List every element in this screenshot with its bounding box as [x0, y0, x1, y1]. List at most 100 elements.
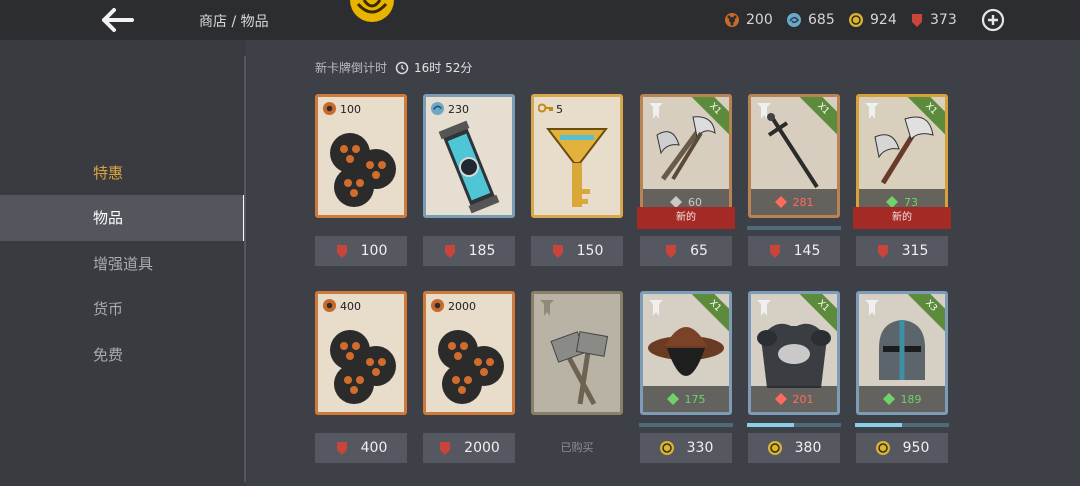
shop-card-double-axe[interactable]: X1 60: [640, 94, 732, 218]
item-level: 201: [751, 386, 837, 412]
level-value: 201: [792, 392, 814, 406]
orange-tokens-art-icon: [330, 133, 396, 207]
back-arrow-icon[interactable]: [98, 4, 138, 36]
price-value: 150: [576, 243, 604, 259]
price-button[interactable]: 150: [531, 236, 623, 266]
new-badge: 新的: [637, 207, 735, 229]
red-gem-icon: [912, 14, 922, 27]
level-shard-icon: [774, 196, 787, 208]
card-quantity: 100: [340, 103, 361, 116]
price-button[interactable]: 380: [748, 433, 840, 463]
card-quantity: 400: [340, 300, 361, 313]
orange-token-icon: [322, 298, 337, 313]
red-gem-icon: [444, 245, 455, 258]
purchased-label: 已购买: [560, 441, 594, 454]
clock-icon: [395, 61, 409, 74]
price-button[interactable]: 315: [856, 236, 948, 266]
shop-card-gold-axe[interactable]: X1 73: [856, 94, 948, 218]
timer-label: 新卡牌倒计时: [315, 61, 388, 75]
card-quantity: 2000: [448, 300, 476, 313]
shop-card-gold-key[interactable]: 5: [531, 94, 623, 218]
blue-orb-icon: [430, 101, 445, 116]
add-currency-icon[interactable]: [981, 8, 1005, 32]
price-value: 2000: [464, 440, 500, 456]
shop-card-hood[interactable]: X1 175: [640, 291, 732, 415]
orange-tokens-art-icon: [438, 330, 504, 404]
gold-coin-icon: [767, 441, 782, 455]
upgrade-progress-bar: [747, 226, 841, 230]
price-button[interactable]: 400: [315, 433, 407, 463]
progress-fill: [747, 423, 794, 427]
price-value: 380: [794, 440, 822, 456]
orange-token-icon: [430, 298, 445, 313]
armor-art-icon: [757, 323, 831, 388]
red-gem-icon: [336, 442, 347, 455]
level-shard-icon: [774, 393, 787, 405]
shop-card-helmet[interactable]: X3 189: [856, 291, 948, 415]
currency-red: 373: [910, 12, 957, 28]
price-value: 100: [360, 243, 388, 259]
price-button[interactable]: 330: [640, 433, 732, 463]
hammer-art-icon: [550, 331, 609, 406]
price-button[interactable]: 65: [640, 236, 732, 266]
price-value: 315: [901, 243, 929, 259]
orange-tokens-art-icon: [330, 330, 396, 404]
red-gem-icon: [666, 245, 677, 258]
helmet-art-icon: [879, 320, 925, 380]
price-value: 950: [902, 440, 930, 456]
shop-card-longsword[interactable]: X1 281: [748, 94, 840, 218]
currency-value: 200: [746, 12, 773, 28]
price-value: 400: [360, 440, 388, 456]
sidebar-item-currency[interactable]: 货币: [0, 286, 246, 332]
price-button[interactable]: 185: [423, 236, 515, 266]
level-shard-icon: [882, 393, 895, 405]
currency-value: 685: [808, 12, 835, 28]
price-button[interactable]: 2000: [423, 433, 515, 463]
shop-card-blue-capsule[interactable]: 230: [423, 94, 515, 218]
sidebar-item-deals[interactable]: 特惠: [0, 150, 246, 196]
shop-card-orange-tokens[interactable]: 400: [315, 291, 407, 415]
level-value: 175: [684, 392, 706, 406]
shop-card-armor[interactable]: X1 201: [748, 291, 840, 415]
gold-coin-icon: [659, 441, 674, 455]
breadcrumb: 商店 / 物品: [199, 14, 269, 30]
card-quantity: 230: [448, 103, 469, 116]
sidebar-item-free[interactable]: 免费: [0, 332, 246, 378]
progress-fill: [855, 423, 902, 427]
card-quantity: 5: [556, 103, 563, 116]
red-gem-icon: [877, 245, 888, 258]
key-art-icon: [545, 128, 609, 207]
sidebar-item-boosters[interactable]: 增强道具: [0, 241, 246, 287]
price-value: 330: [686, 440, 714, 456]
price-button[interactable]: 950: [856, 433, 948, 463]
price-value: 145: [793, 243, 821, 259]
red-gem-icon: [440, 442, 451, 455]
shop-card-orange-tokens[interactable]: 100: [315, 94, 407, 218]
game-logo-icon: [350, 0, 394, 22]
currency-gold: 924: [848, 12, 897, 28]
red-gem-icon: [552, 245, 563, 258]
timer-value: 16时 52分: [414, 61, 473, 75]
upgrade-progress-bar: [639, 423, 733, 427]
item-level: 281: [751, 189, 837, 215]
price-button[interactable]: 100: [315, 236, 407, 266]
capsule-art-icon: [438, 120, 500, 214]
item-level: 175: [643, 386, 729, 412]
shop-card-hammer-purchased: [531, 291, 623, 415]
sidebar-divider: [244, 56, 246, 482]
price-button[interactable]: 145: [748, 236, 840, 266]
sword-art-icon: [767, 113, 819, 189]
currency-value: 924: [870, 12, 897, 28]
orange-token-icon: [725, 13, 739, 27]
upgrade-progress-bar: [855, 423, 949, 427]
sidebar-item-items[interactable]: 物品: [0, 195, 246, 241]
red-gem-icon: [336, 245, 347, 258]
blue-orb-icon: [787, 13, 801, 27]
shop-card-orange-tokens[interactable]: 2000: [423, 291, 515, 415]
level-shard-icon: [666, 393, 679, 405]
new-badge: 新的: [853, 207, 951, 229]
hood-art-icon: [648, 327, 724, 376]
top-bar: 商店 / 物品 200 685 924 373: [0, 0, 1080, 40]
level-value: 189: [900, 392, 922, 406]
currency-value: 373: [930, 12, 957, 28]
